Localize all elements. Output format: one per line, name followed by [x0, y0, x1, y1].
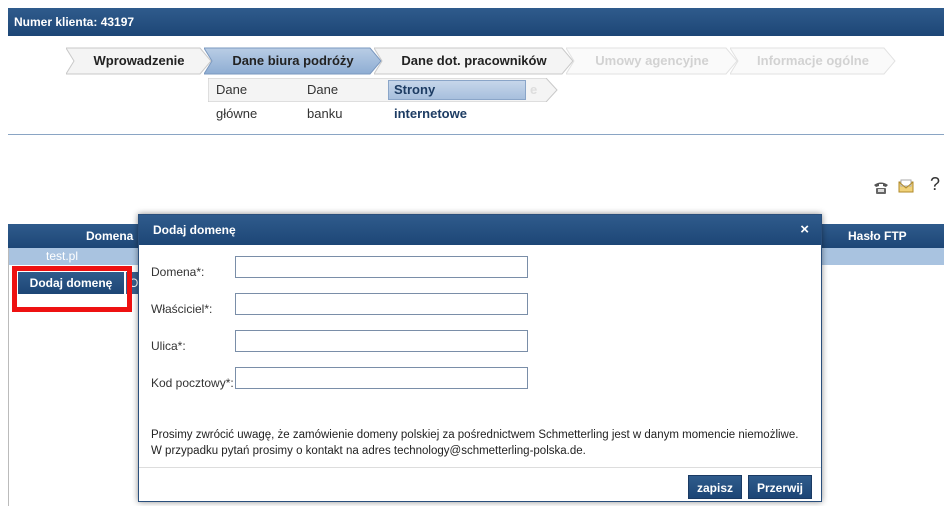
subtab-dane-glowne[interactable]: Dane główne	[216, 78, 257, 126]
subtab-strony-internetowe[interactable]: Strony internetowe	[394, 78, 467, 126]
dialog-footer-divider	[139, 467, 821, 468]
postal-code-field[interactable]	[235, 367, 528, 389]
divider	[8, 134, 944, 135]
cancel-button[interactable]: Przerwij	[748, 475, 813, 499]
postal-code-label: Kod pocztowy*:	[151, 376, 234, 390]
owner-label: Właściciel*:	[151, 302, 213, 316]
column-domena: Domena	[86, 229, 134, 243]
step-wprowadzenie[interactable]: Wprowadzenie	[66, 47, 212, 75]
owner-field[interactable]	[235, 293, 528, 315]
client-number-bar: Numer klienta: 43197	[8, 8, 944, 36]
domain-cell: test.pl	[46, 249, 79, 263]
notice-line-1: Prosimy zwrócić uwagę, że zamówienie dom…	[151, 429, 799, 441]
mail-icon[interactable]	[898, 179, 914, 193]
step-informacje-ogolne: Informacje ogólne	[730, 47, 896, 75]
add-domain-dialog: Dodaj domenę × Domena*: Właściciel*: Uli…	[138, 214, 822, 502]
dialog-header: Dodaj domenę ×	[139, 215, 821, 245]
column-haslo-ftp: Hasło FTP	[848, 229, 907, 243]
table-left-border	[8, 248, 9, 506]
notice-text: Prosimy zwrócić uwagę, że zamówienie dom…	[151, 427, 798, 459]
close-icon[interactable]: ×	[800, 215, 809, 245]
street-field[interactable]	[235, 330, 528, 352]
dialog-title: Dodaj domenę	[153, 223, 236, 237]
save-button[interactable]: zapisz	[688, 475, 743, 499]
subtab-ghost-text: e	[530, 82, 538, 97]
step-umowy-agencyjne: Umowy agencyjne	[566, 47, 738, 75]
step-dane-biura[interactable]: Dane biura podróży	[204, 47, 382, 75]
help-icon[interactable]: ?	[930, 174, 940, 195]
subtab-dane-banku[interactable]: Dane banku	[307, 78, 342, 126]
phone-icon[interactable]	[873, 181, 889, 195]
domain-label: Domena*:	[151, 265, 205, 279]
notice-line-2: W przypadku pytań prosimy o kontakt na a…	[151, 445, 586, 457]
domain-field[interactable]	[235, 256, 528, 278]
client-number: Numer klienta: 43197	[14, 15, 135, 29]
highlight-box	[12, 266, 132, 312]
step-dane-pracownikow[interactable]: Dane dot. pracowników	[374, 47, 574, 75]
street-label: Ulica*:	[151, 339, 186, 353]
